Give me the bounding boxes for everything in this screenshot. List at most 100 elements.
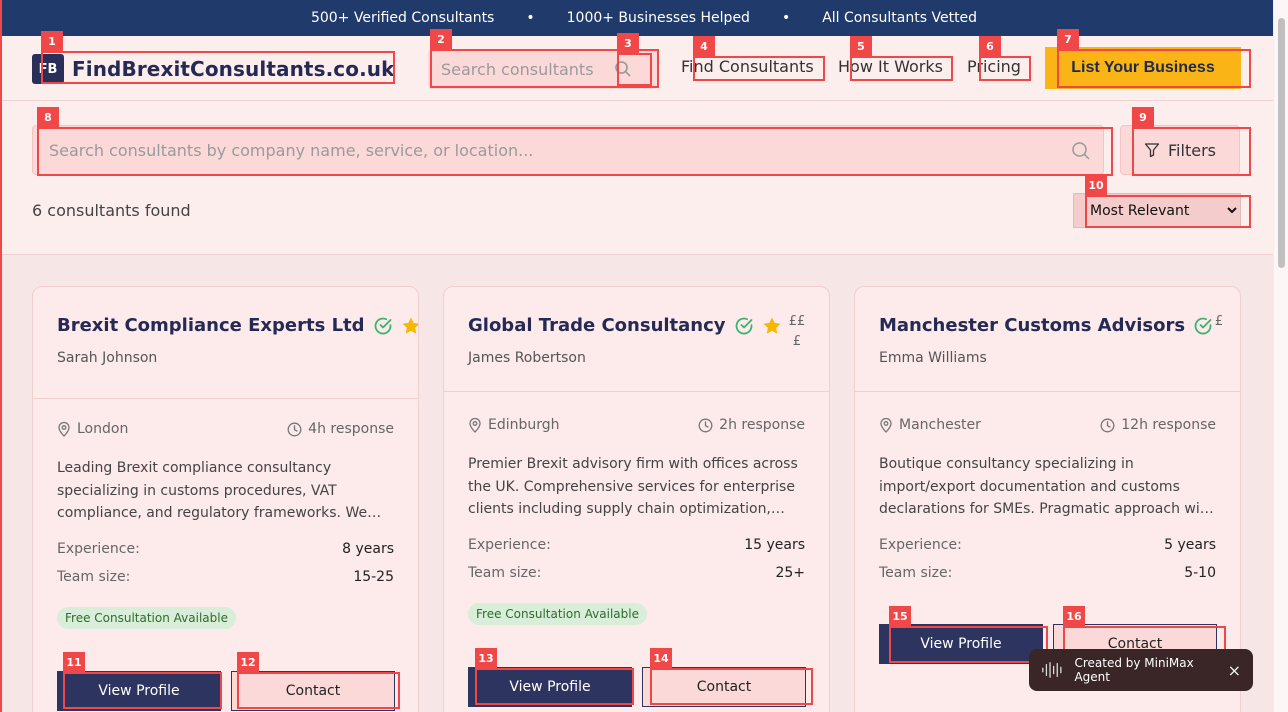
nav-find-consultants[interactable]: Find Consultants: [681, 57, 814, 76]
card-meta: London 4h response: [57, 421, 394, 437]
clock-icon: [698, 418, 713, 432]
announce-helped: 1000+ Businesses Helped: [566, 10, 750, 26]
star-icon: [402, 317, 418, 334]
main-search-input[interactable]: [33, 126, 1103, 174]
free-consultation-badge: Free Consultation Available: [468, 603, 647, 625]
card-badges: [373, 316, 418, 336]
star-icon: [763, 317, 781, 334]
response-text: 4h response: [308, 421, 394, 437]
experience-label: Experience:: [468, 537, 551, 553]
location: Manchester: [879, 417, 981, 433]
price-level: £££: [788, 314, 806, 349]
team-size-label: Team size:: [57, 569, 131, 585]
announce-separator: •: [526, 10, 535, 26]
consultant-card: Brexit Compliance Experts Ltd £££ Sarah …: [32, 286, 419, 712]
card-header: Global Trade Consultancy £££ James Rober…: [444, 287, 829, 392]
map-pin-icon: [469, 417, 481, 433]
response-text: 2h response: [719, 417, 805, 433]
experience-row: Experience: 8 years: [57, 541, 394, 557]
response-time: 12h response: [1100, 417, 1216, 433]
nav-how-it-works[interactable]: How It Works: [838, 57, 943, 76]
experience-row: Experience: 15 years: [468, 537, 805, 553]
team-size-row: Team size: 25+: [468, 565, 805, 581]
contact-person: Sarah Johnson: [57, 350, 158, 366]
location-text: Manchester: [899, 417, 981, 433]
map-pin-icon: [58, 421, 70, 437]
team-size-row: Team size: 5-10: [879, 565, 1216, 581]
experience-value: 5 years: [1164, 537, 1216, 553]
team-size-label: Team size:: [468, 565, 542, 581]
view-profile-button[interactable]: View Profile: [57, 671, 221, 711]
sort-select[interactable]: Most Relevant: [1073, 193, 1241, 228]
experience-row: Experience: 5 years: [879, 537, 1216, 553]
consultant-card: Global Trade Consultancy £££ James Rober…: [443, 286, 830, 712]
contact-button[interactable]: Contact: [231, 671, 395, 711]
results-count: 6 consultants found: [32, 201, 191, 220]
scrollbar-thumb[interactable]: [1278, 18, 1285, 268]
map-pin-icon: [880, 417, 892, 433]
filters-label: Filters: [1168, 140, 1216, 160]
card-header: Brexit Compliance Experts Ltd £££ Sarah …: [33, 287, 418, 399]
verified-check-icon: [1194, 317, 1212, 335]
card-badges: [734, 316, 782, 336]
announce-verified: 500+ Verified Consultants: [310, 10, 495, 26]
filter-icon: [1144, 143, 1160, 158]
contact-person: James Robertson: [468, 350, 586, 366]
company-name[interactable]: Brexit Compliance Experts Ltd: [57, 315, 365, 336]
response-text: 12h response: [1121, 417, 1216, 433]
experience-label: Experience:: [57, 541, 140, 557]
company-description: Boutique consultancy specializing in imp…: [879, 456, 1214, 517]
experience-value: 15 years: [744, 537, 805, 553]
team-size-value: 25+: [775, 565, 805, 581]
free-consultation-badge: Free Consultation Available: [57, 607, 236, 629]
toast-text: Created by MiniMax Agent: [1074, 656, 1194, 684]
main-search: [32, 125, 1104, 175]
minimax-toast: Created by MiniMax Agent ×: [1029, 649, 1253, 691]
logo-text: FindBrexitConsultants.co.uk: [72, 57, 395, 81]
search-icon[interactable]: [614, 60, 632, 78]
experience-value: 8 years: [342, 541, 394, 557]
location-text: Edinburgh: [488, 417, 560, 433]
announcement-bar: 500+ Verified Consultants • 1000+ Busine…: [0, 0, 1288, 36]
card-badges: [1193, 316, 1213, 336]
price-level: £: [1214, 314, 1224, 329]
clock-icon: [287, 422, 302, 436]
company-description: Premier Brexit advisory firm with office…: [468, 456, 798, 517]
view-profile-button[interactable]: View Profile: [879, 624, 1043, 664]
card-meta: Manchester 12h response: [879, 417, 1216, 433]
scrollbar[interactable]: [1273, 0, 1288, 712]
verified-check-icon: [735, 317, 753, 335]
response-time: 2h response: [698, 417, 805, 433]
team-size-row: Team size: 15-25: [57, 569, 394, 585]
team-size-label: Team size:: [879, 565, 953, 581]
nav-pricing[interactable]: Pricing: [967, 57, 1021, 76]
response-time: 4h response: [287, 421, 394, 437]
close-icon[interactable]: ×: [1228, 661, 1241, 680]
team-size-value: 15-25: [353, 569, 394, 585]
waveform-icon: [1042, 662, 1062, 678]
company-name[interactable]: Global Trade Consultancy: [468, 315, 726, 336]
experience-label: Experience:: [879, 537, 962, 553]
filter-bar: Filters 6 consultants found Most Relevan…: [0, 101, 1288, 255]
header-search: [428, 49, 658, 89]
location-text: London: [77, 421, 129, 437]
card-header: Manchester Customs Advisors £ Emma Willi…: [855, 287, 1240, 392]
company-description: Leading Brexit compliance consultancy sp…: [57, 460, 382, 521]
team-size-value: 5-10: [1184, 565, 1216, 581]
company-name[interactable]: Manchester Customs Advisors: [879, 315, 1185, 336]
location: Edinburgh: [468, 417, 560, 433]
contact-button[interactable]: Contact: [642, 667, 806, 707]
filters-button[interactable]: Filters: [1120, 125, 1240, 175]
location: London: [57, 421, 128, 437]
clock-icon: [1100, 418, 1115, 432]
list-your-business-button[interactable]: List Your Business: [1045, 47, 1241, 89]
search-icon: [1072, 142, 1090, 160]
site-header: FB FindBrexitConsultants.co.uk Find Cons…: [0, 36, 1288, 101]
site-logo[interactable]: FB FindBrexitConsultants.co.uk: [32, 53, 395, 85]
verified-check-icon: [374, 317, 392, 335]
view-profile-button[interactable]: View Profile: [468, 667, 632, 707]
announce-separator: •: [781, 10, 791, 26]
logo-badge: FB: [32, 54, 64, 84]
announce-vetted: All Consultants Vetted: [822, 10, 978, 26]
card-meta: Edinburgh 2h response: [468, 417, 805, 433]
